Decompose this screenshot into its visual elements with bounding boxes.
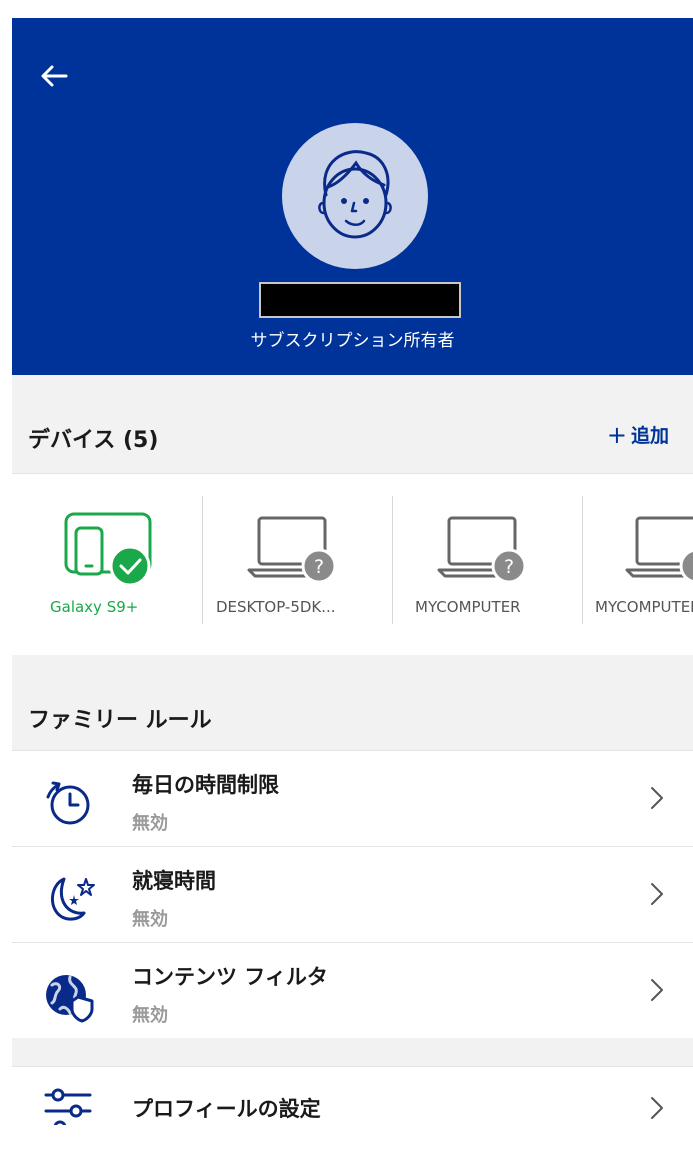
chevron-right-icon xyxy=(651,883,663,905)
laptop-unknown-icon: ? xyxy=(625,516,693,584)
section-spacer xyxy=(12,1038,693,1066)
svg-text:?: ? xyxy=(314,556,324,578)
rule-bedtime[interactable]: 就寝時間 無効 xyxy=(12,846,693,942)
rule-title: 就寝時間 xyxy=(132,869,216,893)
device-label: DESKTOP-5DK... xyxy=(216,598,336,616)
devices-carousel[interactable]: Galaxy S9+ ? DESKTOP-5DK... ? MYCOMPUTER xyxy=(12,473,693,656)
device-item-mycomputer[interactable]: ? MYCOMPUTER xyxy=(393,474,582,655)
device-item-mycomputer-2[interactable]: ? MYCOMPUTER xyxy=(583,474,693,655)
family-rules-title: ファミリー ルール xyxy=(28,708,212,733)
devices-title: デバイス (5) xyxy=(28,428,159,453)
rule-status: 無効 xyxy=(132,909,168,930)
device-label: MYCOMPUTER xyxy=(595,598,693,616)
back-button[interactable] xyxy=(34,56,74,96)
moon-stars-icon xyxy=(51,877,95,921)
rule-title: 毎日の時間制限 xyxy=(132,773,279,797)
owner-label: サブスクリプション所有者 xyxy=(250,331,455,351)
rule-title: コンテンツ フィルタ xyxy=(132,965,328,989)
plus-icon: + xyxy=(606,421,627,449)
profile-settings-label: プロフィールの設定 xyxy=(132,1097,321,1121)
laptop-unknown-icon: ? xyxy=(247,516,337,584)
chevron-right-icon xyxy=(651,979,663,1001)
rule-status: 無効 xyxy=(132,813,168,834)
add-device-label: 追加 xyxy=(630,425,669,447)
laptop-unknown-icon: ? xyxy=(437,516,527,584)
svg-text:?: ? xyxy=(504,556,514,578)
rule-daily-time-limit[interactable]: 毎日の時間制限 無効 xyxy=(12,750,693,846)
chevron-right-icon xyxy=(651,1097,663,1119)
profile-settings-row[interactable]: プロフィールの設定 xyxy=(12,1066,693,1125)
device-item-galaxy[interactable]: Galaxy S9+ xyxy=(12,474,202,655)
app-screen: サブスクリプション所有者 デバイス (5) +追加 Galaxy S9+ ? xyxy=(12,18,693,1125)
avatar[interactable] xyxy=(282,123,428,269)
add-device-button[interactable]: + 追加 xyxy=(606,420,669,449)
device-label: Galaxy S9+ xyxy=(50,598,139,616)
device-item-desktop[interactable]: ? DESKTOP-5DK... xyxy=(203,474,392,655)
redacted-name xyxy=(259,282,461,318)
chevron-right-icon xyxy=(651,787,663,809)
globe-shield-icon xyxy=(46,975,94,1023)
profile-header: サブスクリプション所有者 xyxy=(12,18,693,375)
back-arrow-icon xyxy=(41,65,68,87)
rule-content-filter[interactable]: コンテンツ フィルタ 無効 xyxy=(12,942,693,1038)
clock-icon xyxy=(46,781,90,825)
phone-check-icon xyxy=(64,512,152,587)
sliders-icon xyxy=(44,1088,92,1125)
device-label: MYCOMPUTER xyxy=(415,598,521,616)
rule-status: 無効 xyxy=(132,1005,168,1026)
boy-face-icon xyxy=(318,150,392,239)
